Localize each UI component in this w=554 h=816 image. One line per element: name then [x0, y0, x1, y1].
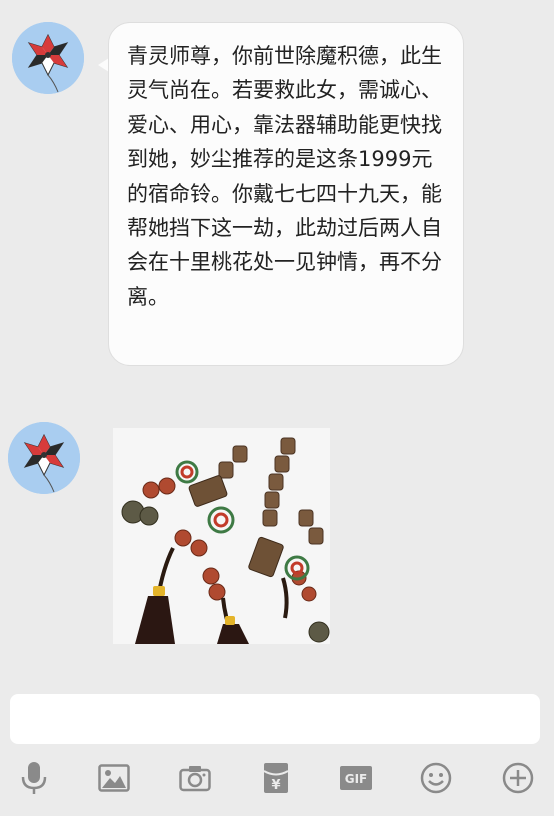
microphone-icon [21, 762, 47, 794]
message-input[interactable] [10, 694, 540, 744]
voice-button[interactable] [14, 758, 54, 798]
sender-avatar[interactable] [12, 22, 84, 94]
gif-icon: GIF [340, 766, 372, 790]
photo-album-button[interactable] [94, 758, 134, 798]
svg-text:GIF: GIF [345, 772, 368, 786]
image-message[interactable] [113, 428, 330, 644]
plus-icon [502, 762, 534, 794]
image-icon [98, 764, 130, 792]
chat-message-list[interactable]: 青灵师尊，你前世除魔积德，此生灵气尚在。若要救此女，需诚心、爱心、用心，靠法器辅… [0, 0, 554, 686]
camera-button[interactable] [175, 758, 215, 798]
emoji-icon [420, 762, 452, 794]
emoji-button[interactable] [416, 758, 456, 798]
gif-button[interactable]: GIF [336, 758, 376, 798]
kite-icon [12, 22, 84, 94]
kite-icon [8, 422, 80, 494]
message-bubble[interactable]: 青灵师尊，你前世除魔积德，此生灵气尚在。若要救此女，需诚心、爱心、用心，靠法器辅… [108, 22, 464, 366]
input-panel: ¥ GIF [0, 686, 554, 816]
red-packet-button[interactable]: ¥ [256, 758, 296, 798]
red-packet-icon: ¥ [263, 763, 289, 793]
camera-icon [179, 766, 211, 792]
svg-text:¥: ¥ [271, 778, 280, 793]
message-text: 青灵师尊，你前世除魔积德，此生灵气尚在。若要救此女，需诚心、爱心、用心，靠法器辅… [127, 44, 442, 309]
more-button[interactable] [498, 758, 538, 798]
bead-bracelet-photo [113, 428, 330, 644]
sender-avatar[interactable] [8, 422, 80, 494]
